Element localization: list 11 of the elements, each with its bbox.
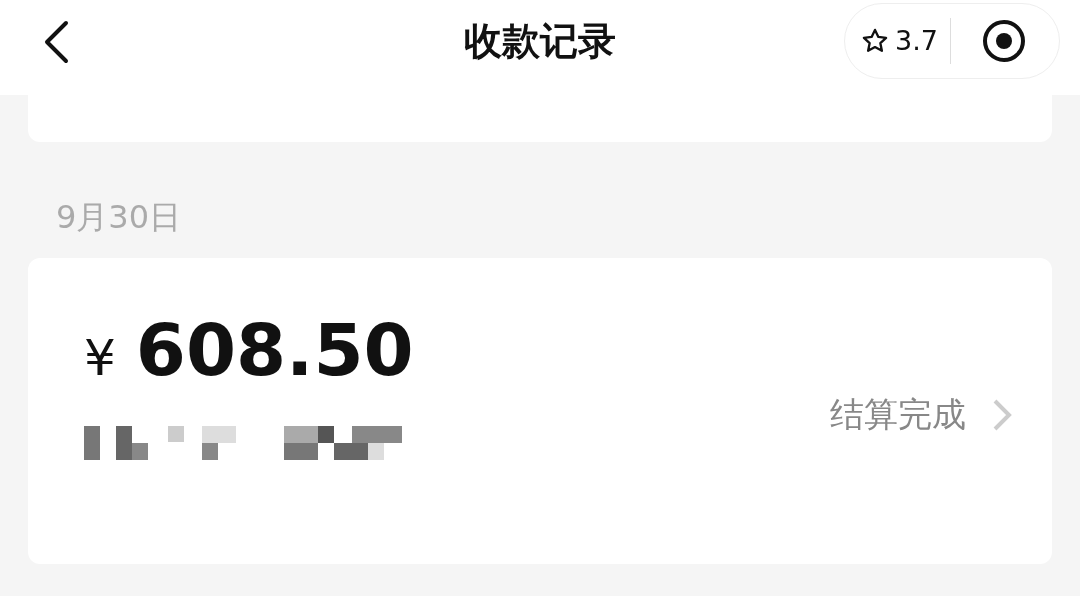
currency-symbol: ¥ xyxy=(84,329,116,387)
payment-card[interactable]: ¥ 608.50 结算完成 xyxy=(28,258,1052,564)
rating-button[interactable]: 3.7 xyxy=(845,25,938,56)
date-heading: 9月30日 xyxy=(56,197,183,238)
amount: 608.50 xyxy=(135,308,414,392)
back-button[interactable] xyxy=(42,19,70,64)
chevron-icon xyxy=(992,398,1012,432)
page-title: 收款记录 xyxy=(464,18,616,65)
status-label: 结算完成 xyxy=(830,393,966,436)
star-icon xyxy=(861,26,889,55)
close-button[interactable] xyxy=(980,17,1027,64)
